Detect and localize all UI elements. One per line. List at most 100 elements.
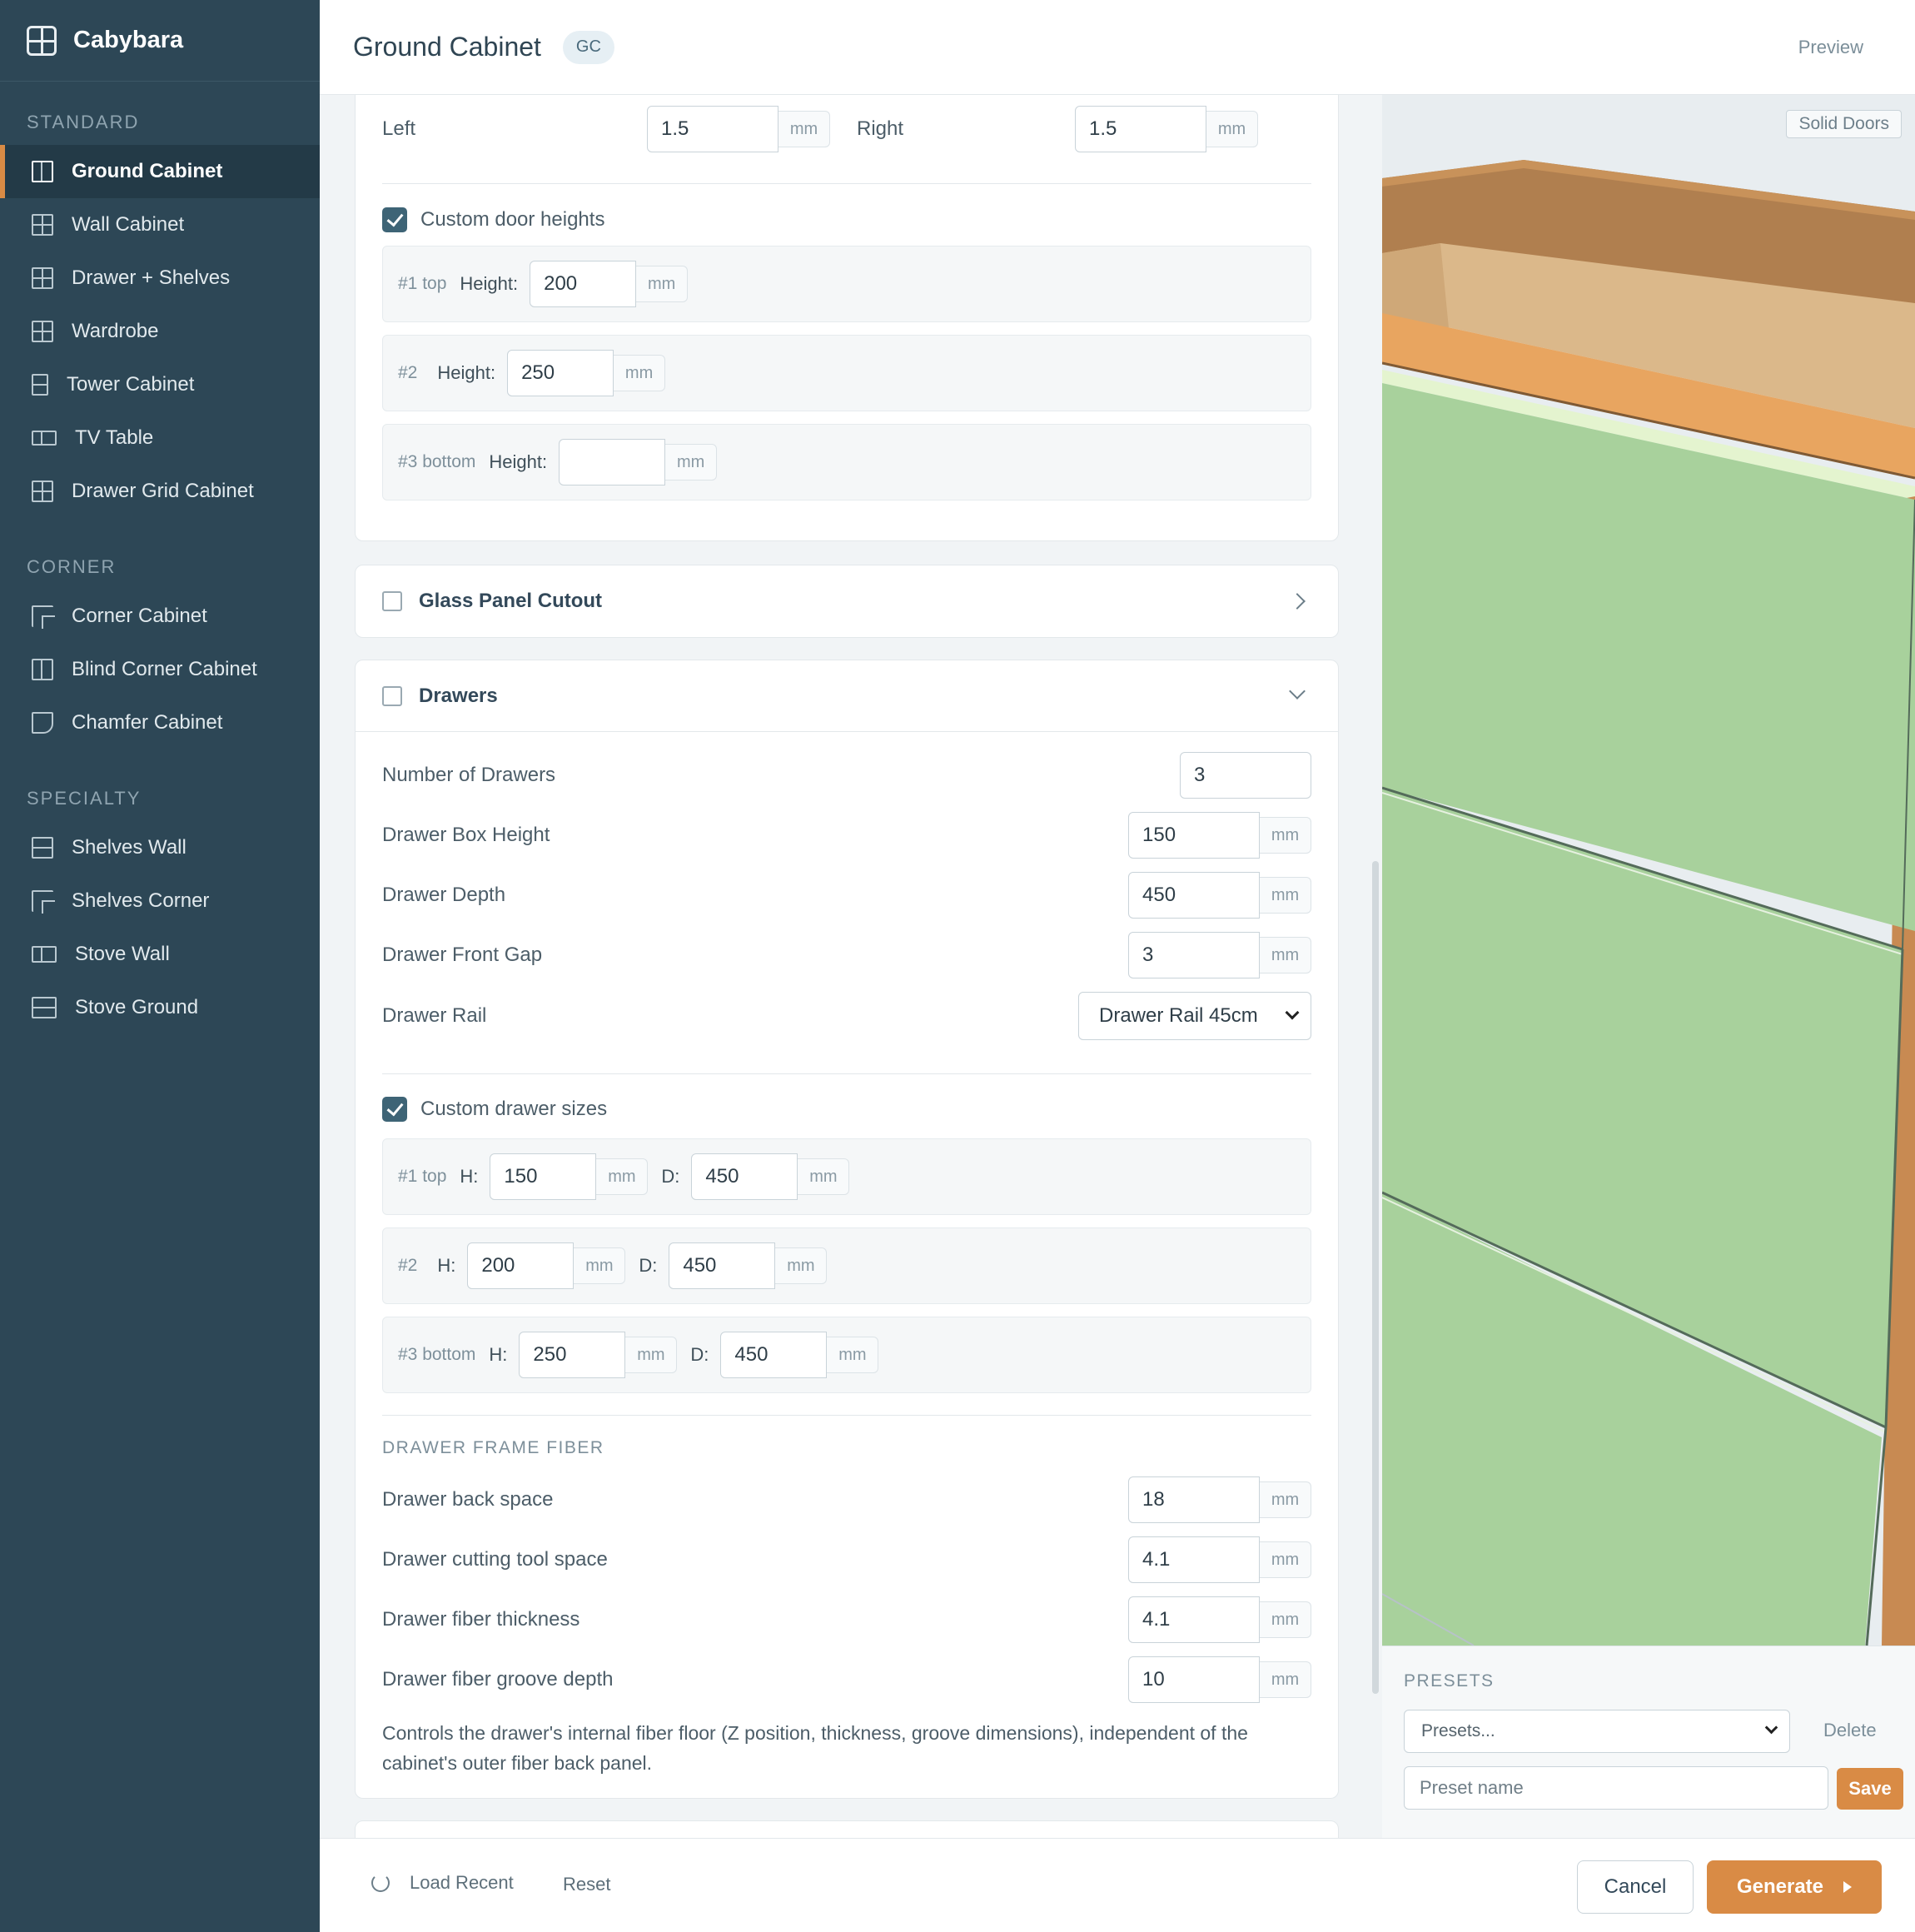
drawer-back-space-input[interactable]: 18: [1128, 1476, 1260, 1523]
custom-door-heights-label: Custom door heights: [420, 208, 605, 231]
sidebar-item-tower-cabinet[interactable]: Tower Cabinet: [0, 358, 320, 411]
door-gap-right-input[interactable]: 1.5: [1075, 106, 1206, 152]
drawer-back-space-label: Drawer back space: [382, 1488, 554, 1511]
door-gap-left-input[interactable]: 1.5: [647, 106, 778, 152]
chevron-down-icon: [1289, 683, 1306, 700]
unit-label: mm: [1260, 1481, 1311, 1518]
unit-label: mm: [1260, 1601, 1311, 1638]
drawer-3-depth-input[interactable]: 450: [720, 1332, 828, 1378]
custom-door-heights-checkbox[interactable]: [382, 207, 407, 232]
unit-label: mm: [614, 355, 666, 391]
drawer-fiber-groove-depth-input[interactable]: 10: [1128, 1656, 1260, 1703]
custom-drawer-sizes-label: Custom drawer sizes: [420, 1098, 608, 1120]
preset-delete-button[interactable]: Delete: [1823, 1720, 1877, 1741]
drawer-2-depth-input[interactable]: 450: [669, 1242, 776, 1289]
drawer-depth-input[interactable]: 450: [1128, 872, 1260, 919]
drawer-frame-fiber-caption: DRAWER FRAME FIBER: [382, 1438, 604, 1457]
cabinet-render: [1382, 95, 1915, 1646]
generate-button[interactable]: Generate: [1707, 1860, 1882, 1914]
sidebar-item-tv-table[interactable]: TV Table: [0, 411, 320, 465]
preview-mode-toggle[interactable]: Solid Doors: [1786, 110, 1902, 138]
unit-label: mm: [775, 1247, 828, 1284]
cancel-button[interactable]: Cancel: [1577, 1860, 1694, 1914]
sidebar-item-shelves-wall[interactable]: Shelves Wall: [0, 821, 320, 874]
sidebar-item-wardrobe[interactable]: Wardrobe: [0, 305, 320, 358]
wardrobe-icon: [32, 321, 53, 342]
tower-cabinet-icon: [32, 374, 48, 396]
sidebar-item-label: Shelves Wall: [72, 836, 187, 859]
preview-link[interactable]: Preview: [1798, 37, 1863, 58]
drawer-front-gap-input[interactable]: 3: [1128, 932, 1260, 978]
sidebar-item-corner-cabinet[interactable]: Corner Cabinet: [0, 590, 320, 643]
group-title-specialty: SPECIALTY: [27, 788, 142, 809]
divider: [382, 1415, 1311, 1416]
sidebar-item-chamfer-cabinet[interactable]: Chamfer Cabinet: [0, 696, 320, 749]
sidebar-item-shelves-corner[interactable]: Shelves Corner: [0, 874, 320, 928]
drawer-1-depth-input[interactable]: 450: [691, 1153, 798, 1200]
drawer-rail-label: Drawer Rail: [382, 1004, 487, 1027]
app-name: Cabybara: [73, 27, 184, 53]
unit-label: mm: [665, 444, 718, 481]
sidebar-item-label: TV Table: [75, 426, 154, 449]
custom-drawer-sizes-checkbox[interactable]: [382, 1097, 407, 1122]
drawer-shelves-icon: [32, 267, 53, 289]
h-label: H:: [460, 1166, 479, 1187]
glass-panel-card[interactable]: Glass Panel Cutout: [355, 565, 1339, 638]
drawer-tag: #3 bottom: [398, 1345, 476, 1364]
height-label: Height:: [460, 273, 519, 294]
preset-name-input[interactable]: Preset name: [1404, 1766, 1828, 1810]
drawer-2-height-input[interactable]: 200: [467, 1242, 574, 1289]
drawer-3-height-input[interactable]: 250: [519, 1332, 626, 1378]
door-1-height-input[interactable]: 200: [530, 261, 637, 307]
unit-label: mm: [778, 111, 830, 147]
sidebar-item-ground-cabinet[interactable]: Ground Cabinet: [0, 145, 320, 198]
door-height-row: #2 Height: 250 mm: [382, 335, 1311, 411]
sidebar-item-drawer-grid-cabinet[interactable]: Drawer Grid Cabinet: [0, 465, 320, 518]
drawer-cutting-tool-space-input[interactable]: 4.1: [1128, 1536, 1260, 1583]
doors-card: Left 1.5 mm Right 1.5 mm Custom door hei…: [355, 95, 1339, 541]
unit-label: mm: [798, 1158, 850, 1195]
sidebar-item-drawer-shelves[interactable]: Drawer + Shelves: [0, 251, 320, 305]
drawer-rail-select[interactable]: Drawer Rail 45cm: [1078, 992, 1311, 1040]
sidebar-item-stove-ground[interactable]: Stove Ground: [0, 981, 320, 1034]
stove-ground-icon: [32, 997, 57, 1018]
drawer-fiber-thickness-input[interactable]: 4.1: [1128, 1596, 1260, 1643]
load-recent-button[interactable]: Load Recent: [371, 1872, 514, 1894]
group-title-standard: STANDARD: [27, 112, 140, 132]
glass-panel-header[interactable]: Glass Panel Cutout: [356, 565, 1338, 637]
d-label: D:: [661, 1166, 680, 1187]
drawer-box-height-input[interactable]: 150: [1128, 812, 1260, 859]
preset-save-button[interactable]: Save: [1837, 1768, 1903, 1810]
drawer-1-height-input[interactable]: 150: [490, 1153, 597, 1200]
form-area: Left 1.5 mm Right 1.5 mm Custom door hei…: [320, 95, 1382, 1838]
reset-button[interactable]: Reset: [563, 1874, 610, 1895]
sidebar-item-blind-corner-cabinet[interactable]: Blind Corner Cabinet: [0, 643, 320, 696]
presets-select[interactable]: Presets...: [1404, 1710, 1790, 1753]
drawer-fiber-groove-depth-label: Drawer fiber groove depth: [382, 1668, 614, 1690]
sidebar-item-wall-cabinet[interactable]: Wall Cabinet: [0, 198, 320, 251]
door-3-height-input[interactable]: [559, 439, 666, 485]
drawers-card: Drawers Number of Drawers 3 Drawer Box H…: [355, 660, 1339, 1799]
brand[interactable]: Cabybara: [0, 0, 320, 82]
door-gap-left-label: Left: [382, 117, 416, 140]
drawer-cutting-tool-space-label: Drawer cutting tool space: [382, 1548, 608, 1571]
unit-label: mm: [1260, 1541, 1311, 1578]
cabinet-3d-preview[interactable]: Solid Doors: [1382, 95, 1915, 1646]
door-2-height-input[interactable]: 250: [507, 350, 614, 396]
d-label: D:: [639, 1255, 658, 1276]
drawers-header[interactable]: Drawers: [356, 660, 1338, 732]
drawer-rail-value: Drawer Rail 45cm: [1099, 1004, 1258, 1027]
d-label: D:: [690, 1344, 709, 1365]
door-height-row: #3 bottom Height: mm: [382, 424, 1311, 500]
sidebar-item-stove-wall[interactable]: Stove Wall: [0, 928, 320, 981]
unit-label: mm: [1260, 937, 1311, 973]
form-scrollbar[interactable]: [1372, 861, 1379, 1694]
blind-corner-icon: [32, 659, 53, 680]
drawer-fiber-thickness-label: Drawer fiber thickness: [382, 1608, 580, 1631]
generate-label: Generate: [1736, 1875, 1824, 1898]
drawer-tag: #1 top: [398, 1167, 447, 1186]
sidebar-item-label: Shelves Corner: [72, 889, 210, 912]
sidebar-item-label: Wall Cabinet: [72, 213, 185, 236]
number-of-drawers-input[interactable]: 3: [1180, 752, 1311, 799]
door-tag: #2: [398, 363, 418, 382]
